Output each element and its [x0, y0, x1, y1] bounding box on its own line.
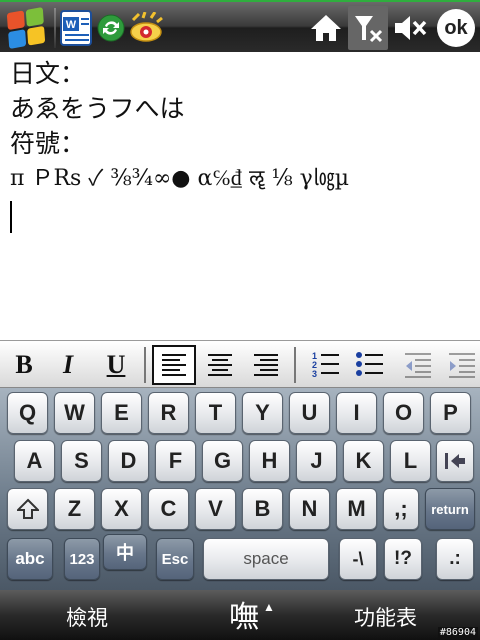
key-period-colon[interactable]: .: — [436, 538, 474, 580]
key-t[interactable]: T — [195, 392, 236, 434]
key-d[interactable]: D — [108, 440, 149, 482]
numbered-list-button[interactable]: 123 — [306, 345, 346, 385]
align-left-icon — [162, 354, 186, 376]
format-toolbar: B I U 123 — [0, 340, 480, 388]
house-icon — [311, 15, 341, 41]
return-key[interactable]: return — [425, 488, 475, 530]
key-y[interactable]: Y — [242, 392, 283, 434]
esc-key[interactable]: Esc — [156, 538, 194, 580]
doc-line-heading-symbols: 符號： — [10, 129, 86, 158]
start-button[interactable] — [0, 6, 52, 50]
underline-button[interactable]: U — [96, 345, 136, 385]
sync-icon[interactable] — [96, 6, 126, 50]
chinese-input-key[interactable]: 中 — [103, 534, 147, 570]
align-right-icon — [254, 354, 278, 376]
eye-icon — [130, 12, 163, 42]
align-left-button[interactable] — [152, 345, 196, 385]
softkey-bar: 檢視 嘸 ▲ 功能表 #86904 — [0, 590, 480, 640]
title-bar: W ok — [0, 0, 480, 52]
key-l[interactable]: L — [390, 440, 431, 482]
key-n[interactable]: N — [289, 488, 330, 530]
key-exclaim-question[interactable]: !? — [384, 538, 422, 580]
on-screen-keyboard: Q W E R T Y U I O P A S D F G H J K L Z … — [0, 388, 480, 590]
italic-button[interactable]: I — [48, 345, 88, 385]
shift-arrow-icon — [16, 498, 39, 519]
key-b[interactable]: B — [242, 488, 283, 530]
key-h[interactable]: H — [249, 440, 290, 482]
key-w[interactable]: W — [54, 392, 95, 434]
volume-icon[interactable] — [390, 6, 430, 50]
align-center-button[interactable] — [200, 345, 240, 385]
svg-text:3: 3 — [312, 369, 317, 379]
backspace-icon — [445, 453, 465, 469]
text-cursor — [10, 201, 12, 233]
numbered-list-icon: 123 — [312, 351, 339, 379]
key-comma-semicolon[interactable]: ,; — [383, 488, 419, 530]
input-panel-button[interactable]: 嘸 ▲ — [222, 592, 282, 636]
key-u[interactable]: U — [289, 392, 330, 434]
no-signal-icon — [355, 16, 383, 43]
align-center-icon — [208, 354, 232, 376]
key-f[interactable]: F — [155, 440, 196, 482]
key-v[interactable]: V — [195, 488, 236, 530]
input-method-label: 嘸 — [229, 601, 260, 634]
increase-indent-button[interactable] — [442, 345, 480, 385]
key-c[interactable]: C — [148, 488, 189, 530]
doc-line-japanese-text: あゑをうフへは — [10, 94, 185, 123]
ok-button[interactable]: ok — [436, 6, 476, 50]
signal-icon[interactable] — [348, 6, 388, 50]
key-dash-backslash[interactable]: -\ — [339, 538, 377, 580]
key-p[interactable]: P — [430, 392, 471, 434]
svg-text:W: W — [66, 19, 77, 31]
key-x[interactable]: X — [101, 488, 142, 530]
bold-button[interactable]: B — [4, 345, 44, 385]
view-softkey[interactable]: 檢視 — [66, 602, 108, 632]
word-app-icon[interactable]: W — [58, 6, 94, 50]
key-r[interactable]: R — [148, 392, 189, 434]
mute-speaker-icon — [395, 16, 427, 40]
divider — [54, 8, 56, 48]
key-m[interactable]: M — [336, 488, 377, 530]
key-j[interactable]: J — [296, 440, 337, 482]
windows-flag-icon — [6, 7, 46, 49]
backspace-key[interactable] — [436, 440, 474, 482]
toolbar-divider — [294, 347, 296, 383]
key-i[interactable]: I — [336, 392, 377, 434]
shift-key[interactable] — [7, 488, 48, 530]
numbers-key[interactable]: 123 — [64, 538, 100, 580]
watermark: #86904 — [437, 627, 478, 638]
outdent-icon — [405, 353, 431, 378]
key-o[interactable]: O — [383, 392, 424, 434]
arrow-up-icon: ▲ — [263, 600, 275, 614]
bullet-list-button[interactable] — [350, 345, 390, 385]
key-a[interactable]: A — [14, 440, 55, 482]
indent-icon — [449, 353, 475, 378]
space-key[interactable]: space — [203, 538, 329, 580]
document-area[interactable]: 日文： あゑをうフへは 符號： π ＰRs ✓ ⅜¾∞● α℅₫ ॡ ⅛ γ㏒µ — [0, 52, 480, 340]
doc-line-heading-japanese: 日文： — [10, 59, 86, 88]
key-e[interactable]: E — [101, 392, 142, 434]
ok-label: ok — [437, 9, 475, 47]
key-z[interactable]: Z — [54, 488, 95, 530]
decrease-indent-button[interactable] — [398, 345, 438, 385]
menu-softkey[interactable]: 功能表 — [354, 602, 417, 632]
key-s[interactable]: S — [61, 440, 102, 482]
word-document-icon: W — [60, 10, 92, 46]
doc-line-symbols: π ＰRs ✓ ⅜¾∞● α℅₫ ॡ ⅛ γ㏒µ — [10, 166, 350, 191]
abc-key[interactable]: abc — [7, 538, 53, 580]
key-k[interactable]: K — [343, 440, 384, 482]
align-right-button[interactable] — [246, 345, 286, 385]
toolbar-divider — [144, 347, 146, 383]
input-method-icon[interactable] — [128, 6, 164, 50]
home-icon[interactable] — [306, 6, 346, 50]
key-g[interactable]: G — [202, 440, 243, 482]
key-q[interactable]: Q — [7, 392, 48, 434]
activesync-icon — [97, 14, 125, 42]
bullet-list-icon — [356, 352, 383, 376]
